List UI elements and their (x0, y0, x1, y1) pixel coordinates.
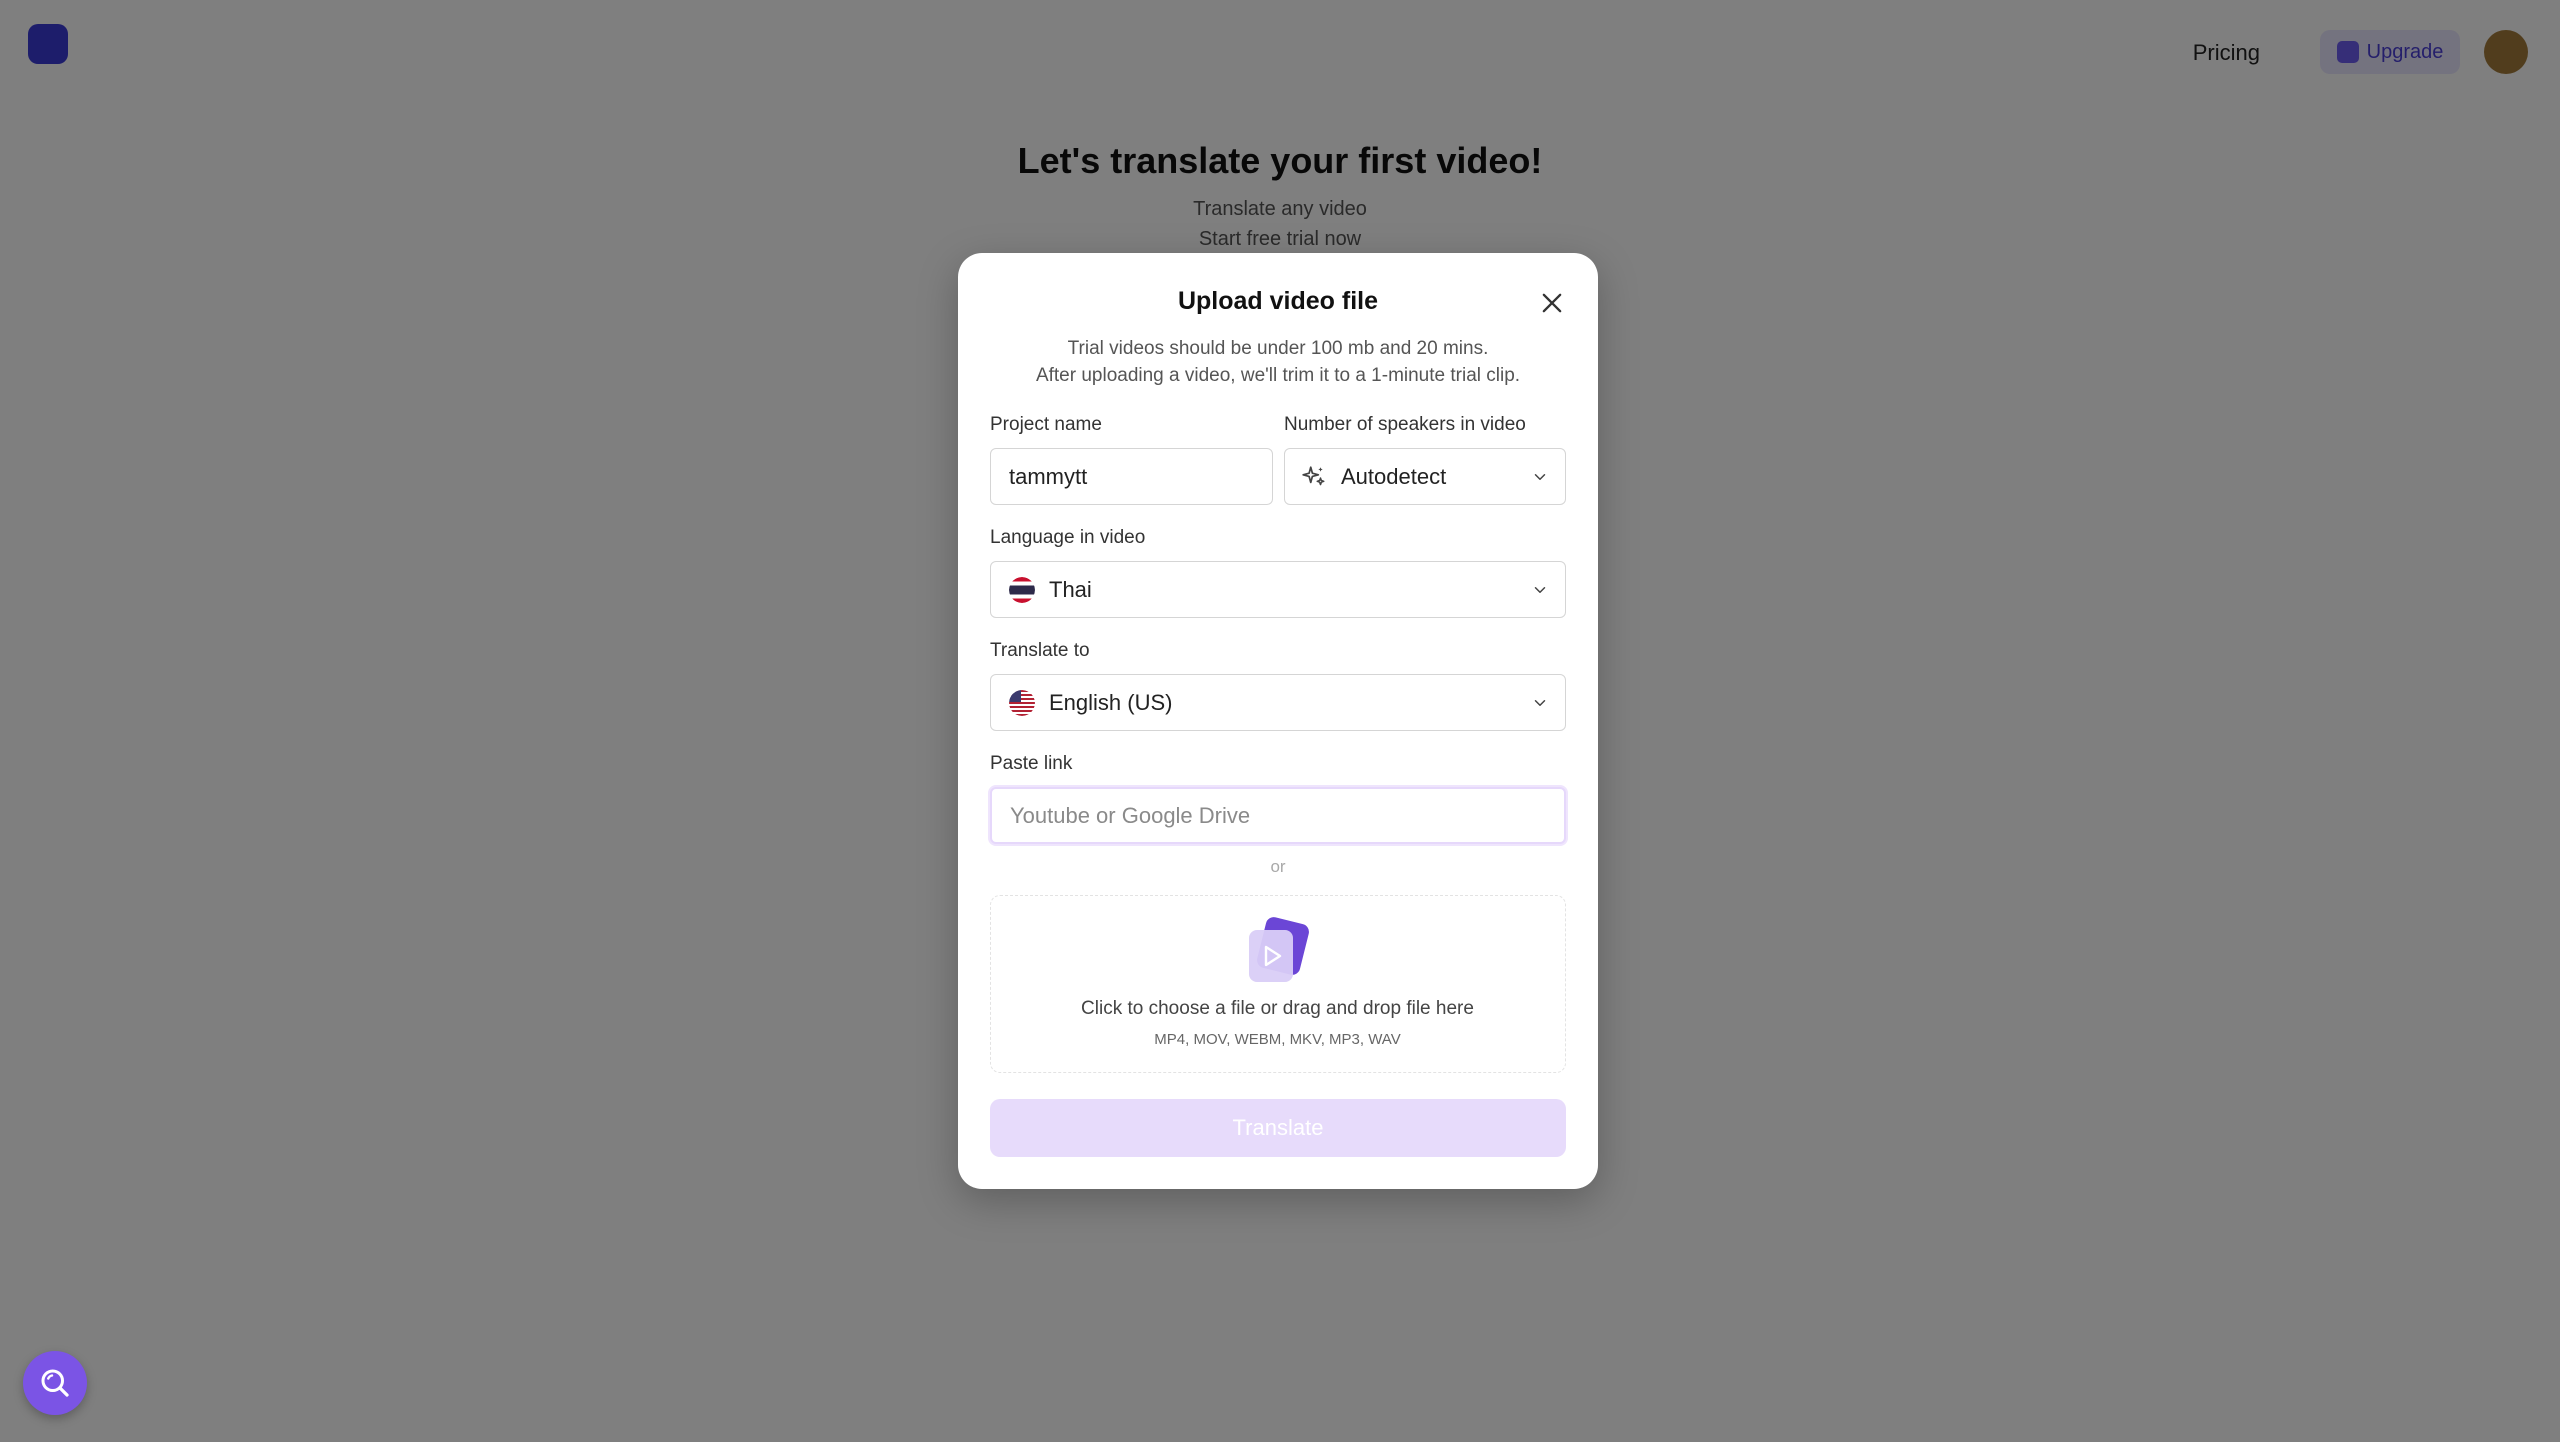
paste-link-label: Paste link (990, 753, 1073, 774)
translate-to-value: English (US) (1049, 689, 1173, 715)
project-name-field[interactable] (990, 448, 1273, 505)
language-label: Language in video (990, 527, 1146, 548)
translate-to-select[interactable]: English (US) (990, 674, 1566, 731)
chevron-down-icon (1534, 473, 1546, 480)
video-file-icon (1249, 917, 1309, 982)
paste-link-input[interactable] (992, 802, 1564, 829)
us-flag-icon (1009, 689, 1035, 716)
dropzone-instruction: Click to choose a file or drag and drop … (1081, 998, 1474, 1019)
thailand-flag-icon (1009, 576, 1035, 603)
modal-description-line-1: Trial videos should be under 100 mb and … (1067, 338, 1489, 359)
file-dropzone[interactable]: Click to choose a file or drag and drop … (990, 895, 1566, 1073)
translate-to-label: Translate to (990, 640, 1090, 661)
dropzone-formats: MP4, MOV, WEBM, MKV, MP3, WAV (1154, 1031, 1401, 1048)
modal-title: Upload video file (1177, 287, 1379, 315)
speakers-select[interactable]: Autodetect (1284, 448, 1566, 505)
modal-description: Trial videos should be under 100 mb and … (958, 335, 1598, 389)
translate-button[interactable]: Translate (990, 1099, 1566, 1157)
close-icon[interactable] (1538, 289, 1566, 317)
paste-link-field[interactable] (990, 787, 1566, 844)
chevron-down-icon (1534, 586, 1546, 593)
sparkle-icon (1302, 465, 1325, 485)
or-divider: or (1270, 857, 1286, 876)
search-icon (41, 1369, 69, 1397)
project-name-label: Project name (990, 414, 1102, 435)
chevron-down-icon (1534, 699, 1546, 706)
project-name-input[interactable] (991, 463, 1272, 490)
upload-video-modal: Upload video file Trial videos should be… (958, 253, 1598, 1189)
language-select[interactable]: Thai (990, 561, 1566, 618)
speakers-value: Autodetect (1341, 463, 1447, 489)
modal-description-line-2: After uploading a video, we'll trim it t… (1035, 365, 1521, 386)
language-value: Thai (1049, 576, 1092, 602)
search-button[interactable] (23, 1351, 87, 1415)
speakers-label: Number of speakers in video (1284, 414, 1526, 435)
